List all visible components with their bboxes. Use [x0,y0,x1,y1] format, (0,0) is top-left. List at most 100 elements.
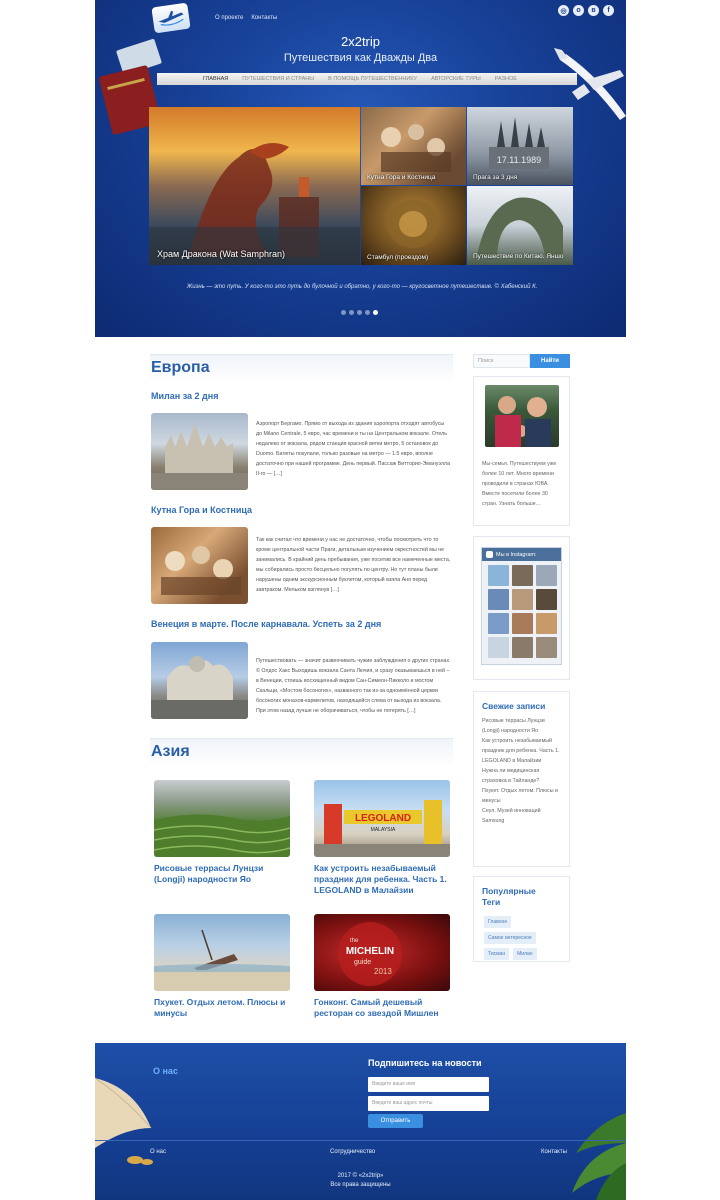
instagram-photo[interactable] [512,637,533,658]
asia-card-title[interactable]: Гонконг. Самый дешевый ресторан со звезд… [314,997,450,1019]
instagram-photo[interactable] [488,637,509,658]
slider-dot[interactable] [349,310,354,315]
odnoklassniki-icon[interactable]: o [573,5,584,16]
instagram-photo[interactable] [488,613,509,634]
post-excerpt: Аэропорт Бергамо. Прямо от выхода из зда… [256,421,451,477]
slide-kutna-hora[interactable]: Кутна Гора и Костница [361,107,466,185]
instagram-photo[interactable] [536,565,557,586]
instagram-photo[interactable] [512,589,533,610]
legoland-drawing: LEGOLAND MALAYSIA [314,800,450,857]
instagram-photo[interactable] [512,565,533,586]
slide-dragon-temple[interactable]: Храм Дракона (Wat Samphran) [149,107,360,265]
kutna-hora-bones-image [161,546,241,595]
instagram-photo[interactable] [512,613,533,634]
about-text: Мы-семья. Путешествуем уже более 10 лет.… [482,461,557,507]
footer-link-about[interactable]: О нас [150,1149,166,1155]
recent-posts-widget: Свежие записи Рисовые террасы Лунцзи (Lo… [473,691,570,867]
legoland-image: LEGOLAND MALAYSIA [314,780,450,857]
post-title-milan[interactable]: Милан за 2 дня [151,391,218,401]
slider-dot[interactable] [357,310,362,315]
post-thumb-venice[interactable] [151,642,248,719]
instagram-photo[interactable] [488,565,509,586]
asia-card-phuket[interactable]: Пхукет. Отдых летом. Плюсы и минусы [154,914,290,1019]
instagram-photo[interactable] [536,637,557,658]
rights-text: Все права защищены [330,1182,391,1188]
vk-icon[interactable]: в [588,5,599,16]
featured-slider: Храм Дракона (Wat Samphran) Кутна Гора и… [149,107,573,265]
footer-link-contacts[interactable]: Контакты [541,1149,567,1155]
site-subtitle: Путешествия как Дважды Два [283,52,438,64]
about-widget: Мы-семья. Путешествуем уже более 10 лет.… [473,376,570,526]
asia-card-title[interactable]: Рисовые террасы Лунцзи (Longji) народнос… [154,863,290,885]
slider-dot[interactable] [341,310,346,315]
section-title-europe: Европа [150,354,453,384]
site-header: О проекте Контакты ◎ o в f 2x2trip Путеш… [95,0,626,337]
search-button[interactable]: Найти [530,354,570,368]
tag-cloud: Главное Самое интересное Тисман Милан [474,912,569,968]
instagram-photo[interactable] [536,613,557,634]
longji-terraces-image [154,780,290,857]
slider-dot-active[interactable] [373,310,378,315]
recent-post-link[interactable]: Как устроить незабываемый праздник для р… [482,736,561,766]
asia-card-longji[interactable]: Рисовые террасы Лунцзи (Longji) народнос… [154,780,290,885]
slide-prague[interactable]: 17.11.1989 Прага за 3 дня [467,107,573,185]
michelin-drawing: the MICHELIN guide 2013 [338,922,402,986]
slider-dots [341,310,378,315]
instagram-photo[interactable] [536,589,557,610]
michelin-text-guide: guide [354,959,371,966]
asia-card-legoland[interactable]: LEGOLAND MALAYSIA Как устроить незабывае… [314,780,450,896]
post-thumb-milan[interactable] [151,413,248,490]
asia-card-title[interactable]: Пхукет. Отдых летом. Плюсы и минусы [154,997,290,1019]
search-input[interactable]: Поиск [473,354,530,368]
site-footer: О нас Подпишитесь на новости Введите ваш… [95,1043,626,1200]
subscribe-email-input[interactable]: Введите ваш адрес почты [368,1096,489,1111]
tag-link[interactable]: Тисман [484,948,510,960]
tag-link[interactable]: Милан [513,948,537,960]
slider-dot[interactable] [365,310,370,315]
footer-about-title: О нас [153,1066,178,1076]
tags-widget: Популярные Теги Главное Самое интересное… [473,876,570,962]
logo[interactable] [151,2,191,34]
michelin-guide-image: the MICHELIN guide 2013 [314,914,450,991]
phuket-beach-image [154,914,290,991]
post-title-kutna-hora[interactable]: Кутна Гора и Костница [151,505,252,515]
venice-church-image [151,656,248,719]
post-title-venice[interactable]: Венеция в марте. После карнавала. Успеть… [151,619,381,629]
tag-link[interactable]: Главное [484,916,512,928]
asia-card-hongkong[interactable]: the MICHELIN guide 2013 Гонконг. Самый д… [314,914,450,1019]
legoland-sign-sub: MALAYSIA [371,827,396,833]
asia-card-title[interactable]: Как устроить незабываемый праздник для р… [314,863,450,896]
section-title-asia: Азия [150,738,453,768]
nav-item-misc[interactable]: РАЗНОЕ [495,76,517,82]
recent-post-link[interactable]: Нужна ли медицинская страховка в Тайланд… [482,766,561,786]
michelin-text: MICHELIN [346,946,394,957]
subscribe-submit-button[interactable]: Отправить [368,1114,423,1128]
recent-post-link[interactable]: Сеул. Музей инноваций Samsung [482,806,561,826]
slide-caption: Путешествие по Китаю. Яншо [473,253,564,260]
instagram-icon[interactable]: ◎ [558,5,569,16]
post-thumb-kutna-hora[interactable] [151,527,248,604]
recent-post-link[interactable]: Рисовые террасы Лунцзи (Longji) народнос… [482,716,561,736]
top-link-contacts[interactable]: Контакты [251,15,277,21]
slide-istanbul[interactable]: Стамбул (проездом) [361,186,466,265]
facebook-icon[interactable]: f [603,5,614,16]
nav-item-tours[interactable]: АВТОРСКИЕ ТУРЫ [431,76,481,82]
main-nav: ГЛАВНАЯ ПУТЕШЕСТВИЯ И СТРАНЫ В ПОМОЩЬ ПУ… [157,73,577,85]
instagram-box: Мы в Instagram: [481,547,562,665]
post-excerpt: Так как считал что времени у нас не дост… [256,537,451,593]
nav-item-travel[interactable]: ПУТЕШЕСТВИЯ И СТРАНЫ [242,76,314,82]
instagram-photo[interactable] [488,589,509,610]
instagram-icon [486,551,493,558]
copyright: 2017 © «2x2trip» Все права защищены [95,1172,626,1190]
slide-china[interactable]: Путешествие по Китаю. Яншо [467,186,573,265]
social-links: ◎ o в f [558,5,614,16]
top-link-about[interactable]: О проекте [215,15,243,21]
top-links: О проекте Контакты [215,15,277,21]
subscribe-name-input[interactable]: Введите ваше имя [368,1077,489,1092]
footer-link-cooperation[interactable]: Сотрудничество [330,1149,375,1155]
recent-post-link[interactable]: Пхукет. Отдых летом. Плюсы и минусы [482,786,561,806]
nav-item-home[interactable]: ГЛАВНАЯ [203,76,228,82]
nav-item-help[interactable]: В ПОМОЩЬ ПУТЕШЕСТВЕННИКУ [328,76,417,82]
post-excerpt: Путешествовать — значит развенчивать чуж… [256,658,451,714]
tag-link[interactable]: Самое интересное [484,932,536,944]
